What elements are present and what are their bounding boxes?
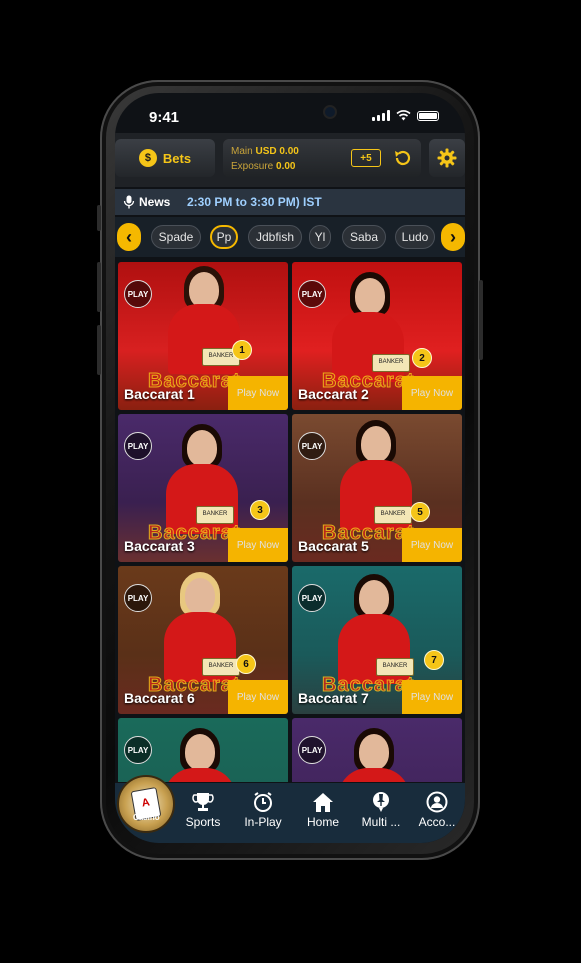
alarm-clock-icon: [254, 792, 272, 812]
table-number-badge: 1: [232, 340, 252, 360]
play-now-button[interactable]: Play Now: [228, 528, 288, 562]
play-now-button[interactable]: Play Now: [402, 528, 462, 562]
pragmatic-play-logo: PLAY: [124, 280, 152, 308]
pragmatic-play-logo: PLAY: [298, 280, 326, 308]
exposure-balance: Exposure 0.00: [231, 161, 296, 172]
game-card[interactable]: PLAY BANKER 5 Baccarat Baccarat 5 Play N…: [292, 414, 462, 562]
scroll-left-button[interactable]: ‹: [117, 223, 141, 251]
home-icon: [313, 793, 333, 812]
top-bar: $ Bets Main USD 0.00 Exposure 0.00 +5: [115, 133, 465, 187]
provider-chip[interactable]: Spade: [151, 225, 201, 249]
game-title: Baccarat 2: [298, 386, 369, 402]
play-now-button[interactable]: Play Now: [228, 680, 288, 714]
dealer-face: [355, 278, 385, 314]
pragmatic-play-logo: PLAY: [124, 736, 152, 764]
casino-nav-button[interactable]: A Casino: [117, 775, 175, 833]
table-number-badge: 3: [250, 500, 270, 520]
news-label: News: [123, 189, 179, 215]
game-title: Baccarat 1: [124, 386, 195, 402]
table-number-badge: 7: [424, 650, 444, 670]
dealer-face: [189, 272, 219, 308]
app-screen: 9:41 $ Bets Main USD 0.00 Exposure 0.00 …: [115, 93, 465, 843]
status-time: 9:41: [149, 109, 180, 126]
dollar-coin-icon: $: [138, 149, 157, 167]
game-card[interactable]: PLAY BANKER 3 Baccarat Baccarat 3 Play N…: [118, 414, 288, 562]
casino-label: Casino: [133, 813, 160, 822]
pragmatic-play-logo: PLAY: [298, 736, 326, 764]
card-footer: Baccarat 7 Play Now: [292, 680, 462, 714]
game-card[interactable]: PLAY BANKER 2 Baccarat Baccarat 2 Play N…: [292, 262, 462, 410]
game-title: Baccarat 5: [298, 538, 369, 554]
dealer-face: [359, 580, 389, 616]
provider-chip[interactable]: Jdbfish: [248, 225, 302, 249]
dealer-face: [185, 734, 215, 770]
news-text: 2:30 PM to 3:30 PM) IST: [187, 195, 322, 209]
user-icon: [426, 791, 448, 813]
news-ticker: 2:30 PM to 3:30 PM) IST News: [115, 189, 465, 215]
table-number-badge: 2: [412, 348, 432, 368]
nav-home[interactable]: Home: [295, 791, 351, 829]
game-title: Baccarat 7: [298, 690, 369, 706]
refresh-icon[interactable]: [391, 146, 415, 170]
table-number-badge: 6: [236, 654, 256, 674]
nav-inplay[interactable]: In-Play: [235, 791, 291, 829]
plus-badge[interactable]: +5: [351, 149, 381, 167]
nav-account[interactable]: Acco...: [409, 791, 465, 829]
gear-icon: [437, 148, 457, 168]
provider-chip[interactable]: Ludo: [395, 225, 435, 249]
settings-button[interactable]: [429, 139, 465, 177]
provider-chip-active[interactable]: Pp: [210, 225, 238, 249]
signal-icon: [372, 110, 390, 121]
phone-side-button: [97, 205, 101, 231]
game-card[interactable]: PLAY: [292, 718, 462, 782]
bets-button[interactable]: $ Bets: [115, 139, 215, 177]
phone-volume-down: [97, 325, 101, 375]
bottom-navigation: A Casino Sports In-Play Home Multi ... A…: [115, 775, 465, 843]
pragmatic-play-logo: PLAY: [298, 584, 326, 612]
card-footer: Baccarat 5 Play Now: [292, 528, 462, 562]
nav-multi-markets[interactable]: Multi ...: [353, 791, 409, 829]
game-grid: PLAY BANKER 1 Baccarat Baccarat 1 Play N…: [118, 262, 462, 782]
game-card[interactable]: PLAY BANKER 1 Baccarat Baccarat 1 Play N…: [118, 262, 288, 410]
wifi-icon: [396, 110, 411, 121]
dealer-face: [185, 578, 215, 614]
card-footer: Baccarat 3 Play Now: [118, 528, 288, 562]
card-footer: Baccarat 2 Play Now: [292, 376, 462, 410]
play-now-button[interactable]: Play Now: [228, 376, 288, 410]
play-now-button[interactable]: Play Now: [402, 680, 462, 714]
pin-icon: [373, 792, 389, 812]
game-title: Baccarat 6: [124, 690, 195, 706]
phone-power-button: [479, 280, 483, 360]
microphone-icon: [123, 195, 135, 209]
game-card[interactable]: PLAY: [118, 718, 288, 782]
camera-icon: [323, 105, 337, 119]
wallet-panel[interactable]: Main USD 0.00 Exposure 0.00 +5: [223, 139, 421, 177]
play-now-button[interactable]: Play Now: [402, 376, 462, 410]
dealer-face: [187, 430, 217, 466]
status-icons: [372, 110, 439, 121]
phone-volume-up: [97, 262, 101, 312]
game-card[interactable]: PLAY BANKER 7 Baccarat Baccarat 7 Play N…: [292, 566, 462, 714]
dealer-face: [359, 734, 389, 770]
pragmatic-play-logo: PLAY: [298, 432, 326, 460]
pragmatic-play-logo: PLAY: [124, 432, 152, 460]
battery-icon: [417, 110, 439, 121]
nav-sports[interactable]: Sports: [175, 791, 231, 829]
card-footer: Baccarat 1 Play Now: [118, 376, 288, 410]
card-footer: Baccarat 6 Play Now: [118, 680, 288, 714]
pragmatic-play-logo: PLAY: [124, 584, 152, 612]
status-bar: 9:41: [115, 93, 465, 133]
provider-chip[interactable]: Yl: [309, 225, 331, 249]
bets-label: Bets: [162, 150, 192, 166]
trophy-icon: [192, 793, 214, 811]
main-balance: Main USD 0.00: [231, 146, 299, 157]
provider-chip[interactable]: Saba: [342, 225, 386, 249]
provider-filter-bar: ‹ Spade Pp Jdbfish Yl Saba Ludo ›: [115, 217, 465, 257]
table-number-badge: 5: [410, 502, 430, 522]
game-title: Baccarat 3: [124, 538, 195, 554]
dealer-face: [361, 426, 391, 462]
game-card[interactable]: PLAY BANKER 6 Baccarat Baccarat 6 Play N…: [118, 566, 288, 714]
scroll-right-button[interactable]: ›: [441, 223, 465, 251]
